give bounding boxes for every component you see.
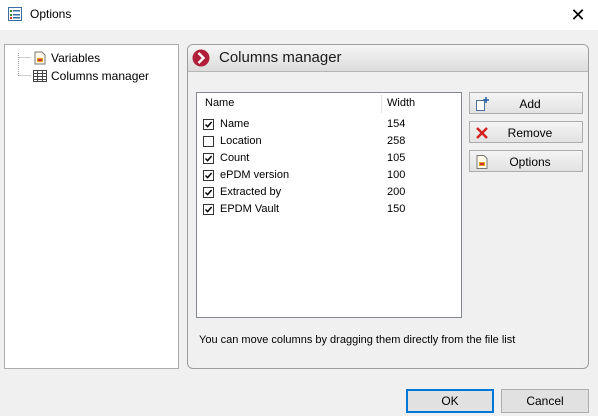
column-header-width[interactable]: Width bbox=[387, 97, 415, 109]
row-name: ePDM version bbox=[220, 169, 290, 181]
checkmark-icon bbox=[204, 121, 213, 128]
tree-item-label: Variables bbox=[51, 51, 101, 65]
checkmark-icon bbox=[204, 155, 213, 162]
row-width: 105 bbox=[387, 152, 406, 164]
column-visible-checkbox[interactable] bbox=[203, 170, 214, 181]
checkmark-icon bbox=[204, 206, 213, 213]
tree-item-label: Columns manager bbox=[51, 69, 150, 83]
cancel-button-label: Cancel bbox=[526, 394, 564, 408]
remove-button[interactable]: Remove bbox=[469, 121, 583, 143]
row-width: 258 bbox=[387, 135, 406, 147]
row-width: 150 bbox=[387, 203, 406, 215]
window-title: Options bbox=[30, 7, 72, 21]
columns-list[interactable]: Name Width Name 154 Location 258 Count 105 ePD… bbox=[196, 92, 462, 318]
panel-header: Columns manager bbox=[188, 45, 588, 72]
add-button[interactable]: Add bbox=[469, 92, 583, 114]
ok-button-label: OK bbox=[441, 394, 459, 408]
column-visible-checkbox[interactable] bbox=[203, 136, 214, 147]
title-bar: Options ✕ bbox=[0, 0, 598, 30]
list-row[interactable]: ePDM version 100 bbox=[197, 168, 461, 185]
row-name: Extracted by bbox=[220, 186, 282, 198]
row-width: 200 bbox=[387, 186, 406, 198]
column-separator bbox=[381, 95, 382, 113]
tree-item-columns-manager[interactable]: Columns manager bbox=[33, 68, 149, 84]
row-name: Count bbox=[220, 152, 250, 164]
row-name: Location bbox=[220, 135, 262, 147]
list-row[interactable]: Location 258 bbox=[197, 134, 461, 151]
hint-text: You can move columns by dragging them di… bbox=[199, 334, 516, 346]
column-visible-checkbox[interactable] bbox=[203, 119, 214, 130]
variables-icon bbox=[34, 51, 46, 65]
add-button-label: Add bbox=[519, 97, 541, 111]
list-row[interactable]: EPDM Vault 150 bbox=[197, 202, 461, 219]
checkmark-icon bbox=[204, 172, 213, 179]
options-tree[interactable]: Variables Columns manager bbox=[4, 44, 179, 369]
row-name: EPDM Vault bbox=[220, 203, 280, 215]
options-button-label: Options bbox=[509, 155, 551, 169]
checkmark-icon bbox=[204, 189, 213, 196]
list-row[interactable]: Extracted by 200 bbox=[197, 185, 461, 202]
chevron-right-icon bbox=[192, 49, 210, 67]
row-width: 100 bbox=[387, 169, 406, 181]
column-visible-checkbox[interactable] bbox=[203, 187, 214, 198]
options-app-icon bbox=[8, 7, 22, 21]
column-visible-checkbox[interactable] bbox=[203, 153, 214, 164]
columns-manager-panel: Columns manager Name Width Name 154 Locati… bbox=[187, 44, 589, 369]
tree-connector-lines bbox=[18, 53, 31, 76]
column-visible-checkbox[interactable] bbox=[203, 204, 214, 215]
close-icon: ✕ bbox=[570, 4, 586, 25]
list-row[interactable]: Count 105 bbox=[197, 151, 461, 168]
close-button[interactable]: ✕ bbox=[558, 0, 598, 30]
options-button[interactable]: Options bbox=[469, 150, 583, 172]
list-row[interactable]: Name 154 bbox=[197, 117, 461, 134]
row-width: 154 bbox=[387, 118, 406, 130]
row-name: Name bbox=[220, 118, 250, 130]
column-header-name[interactable]: Name bbox=[205, 97, 234, 109]
panel-title: Columns manager bbox=[219, 49, 342, 66]
ok-button[interactable]: OK bbox=[406, 389, 494, 413]
tree-item-variables[interactable]: Variables bbox=[33, 50, 100, 66]
cancel-button[interactable]: Cancel bbox=[501, 389, 589, 413]
list-header: Name Width bbox=[197, 93, 461, 113]
table-icon bbox=[33, 70, 47, 82]
remove-button-label: Remove bbox=[507, 126, 553, 140]
